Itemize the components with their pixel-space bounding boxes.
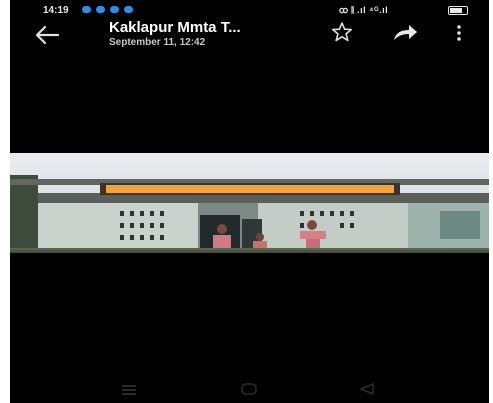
- notification-icon: [110, 6, 119, 13]
- photo-viewer-screen: 14:19 ꝏ 𝄃 .ıl ⁴ᴳ.ıl Kaklapur Mmta T... S…: [10, 0, 489, 403]
- favorite-button[interactable]: [331, 21, 353, 43]
- signal-indicators: ꝏ 𝄃 .ıl ⁴ᴳ.ıl: [339, 5, 389, 15]
- share-arrow-icon: [394, 25, 417, 40]
- back-triangle-icon: [360, 383, 374, 395]
- notification-icon: [124, 6, 133, 13]
- navigation-bar: [10, 376, 489, 403]
- photo-date: September 11, 12:42: [109, 37, 206, 48]
- status-bar: 14:19 ꝏ 𝄃 .ıl ⁴ᴳ.ıl: [10, 0, 489, 18]
- star-outline-icon: [332, 22, 352, 42]
- back-button[interactable]: [34, 24, 60, 46]
- nav-back-button[interactable]: [358, 382, 376, 401]
- notification-icon: [96, 6, 105, 13]
- recents-button[interactable]: [120, 382, 138, 401]
- more-vertical-icon: [457, 25, 461, 41]
- home-icon: [241, 383, 257, 395]
- status-time: 14:19: [43, 5, 69, 16]
- photo-title: Kaklapur Mmta T...: [109, 19, 241, 36]
- arrow-back-icon: [35, 25, 60, 45]
- battery-icon: [448, 6, 468, 15]
- more-options-button[interactable]: [454, 22, 464, 44]
- battery-level: [450, 8, 462, 13]
- home-button[interactable]: [240, 382, 258, 401]
- share-button[interactable]: [392, 24, 418, 42]
- school-building-image: [10, 153, 489, 253]
- school-photo[interactable]: [10, 153, 489, 253]
- recents-icon: [122, 385, 136, 395]
- notification-icon: [82, 6, 91, 13]
